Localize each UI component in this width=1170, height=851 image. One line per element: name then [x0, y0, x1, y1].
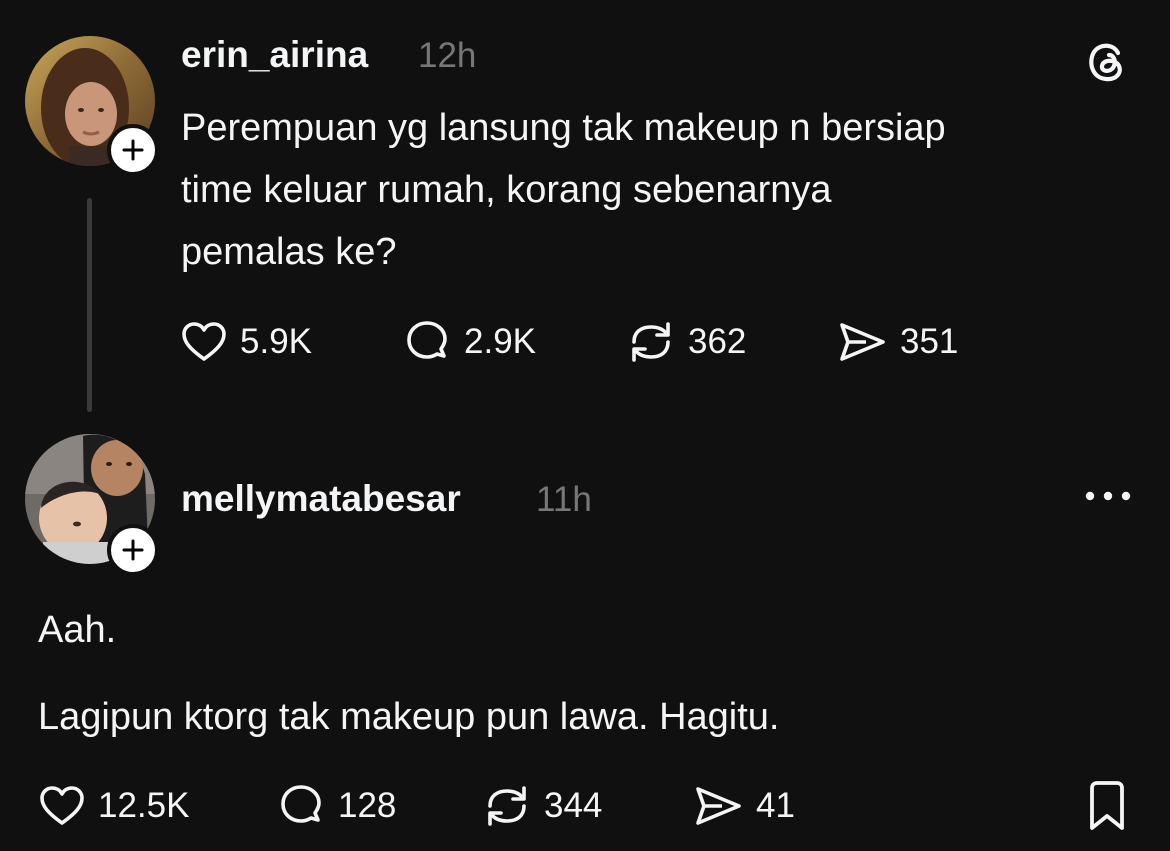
comment-icon [281, 785, 321, 823]
post-timestamp: 12h [418, 36, 477, 75]
post-like-button[interactable]: 5.9K [180, 318, 312, 366]
post-reply-count: 2.9K [464, 322, 536, 361]
reply-text-paragraph-2: Lagipun ktorg tak makeup pun lawa. Hagit… [38, 696, 780, 738]
reply-like-button[interactable]: 12.5K [38, 782, 189, 830]
post-username[interactable]: erin_airina [181, 34, 368, 76]
post-text: Perempuan yg lansung tak makeup n bersia… [181, 107, 946, 273]
send-icon [840, 323, 885, 361]
post-like-count: 5.9K [240, 322, 312, 361]
reply-reply-count: 128 [338, 786, 397, 825]
more-horizontal-icon[interactable] [1084, 484, 1132, 513]
plus-icon [122, 139, 144, 161]
reply-repost-button[interactable]: 344 [482, 782, 602, 830]
post-share-button[interactable]: 351 [836, 318, 958, 366]
heart-icon [40, 786, 84, 825]
reply-share-count: 41 [756, 786, 795, 825]
reply-like-count: 12.5K [98, 786, 190, 825]
reply-username[interactable]: mellymatabesar [181, 478, 461, 520]
post-reply-button[interactable]: 2.9K [404, 318, 536, 366]
reply-text-paragraph-1: Aah. [38, 609, 117, 651]
repost-icon [488, 786, 526, 826]
reply-timestamp: 11h [536, 480, 592, 519]
comment-icon [407, 321, 447, 359]
bookmark-icon[interactable] [1086, 780, 1128, 837]
post-follow-button[interactable] [107, 124, 159, 176]
heart-icon [182, 322, 226, 361]
reply-share-button[interactable]: 41 [692, 782, 795, 830]
repost-icon [632, 322, 670, 362]
reply-follow-button[interactable] [107, 524, 159, 576]
threads-logo-icon[interactable] [1083, 38, 1131, 91]
post-repost-button[interactable]: 362 [626, 318, 746, 366]
post-repost-count: 362 [688, 322, 747, 361]
reply-repost-count: 344 [544, 786, 603, 825]
plus-icon [122, 539, 144, 561]
thread-connector-line [87, 198, 92, 412]
send-icon [696, 787, 741, 825]
reply-reply-button[interactable]: 128 [278, 782, 396, 830]
threads-screen: erin_airina 12h Perempuan yg lansung tak… [0, 0, 1170, 851]
post-share-count: 351 [900, 322, 959, 361]
